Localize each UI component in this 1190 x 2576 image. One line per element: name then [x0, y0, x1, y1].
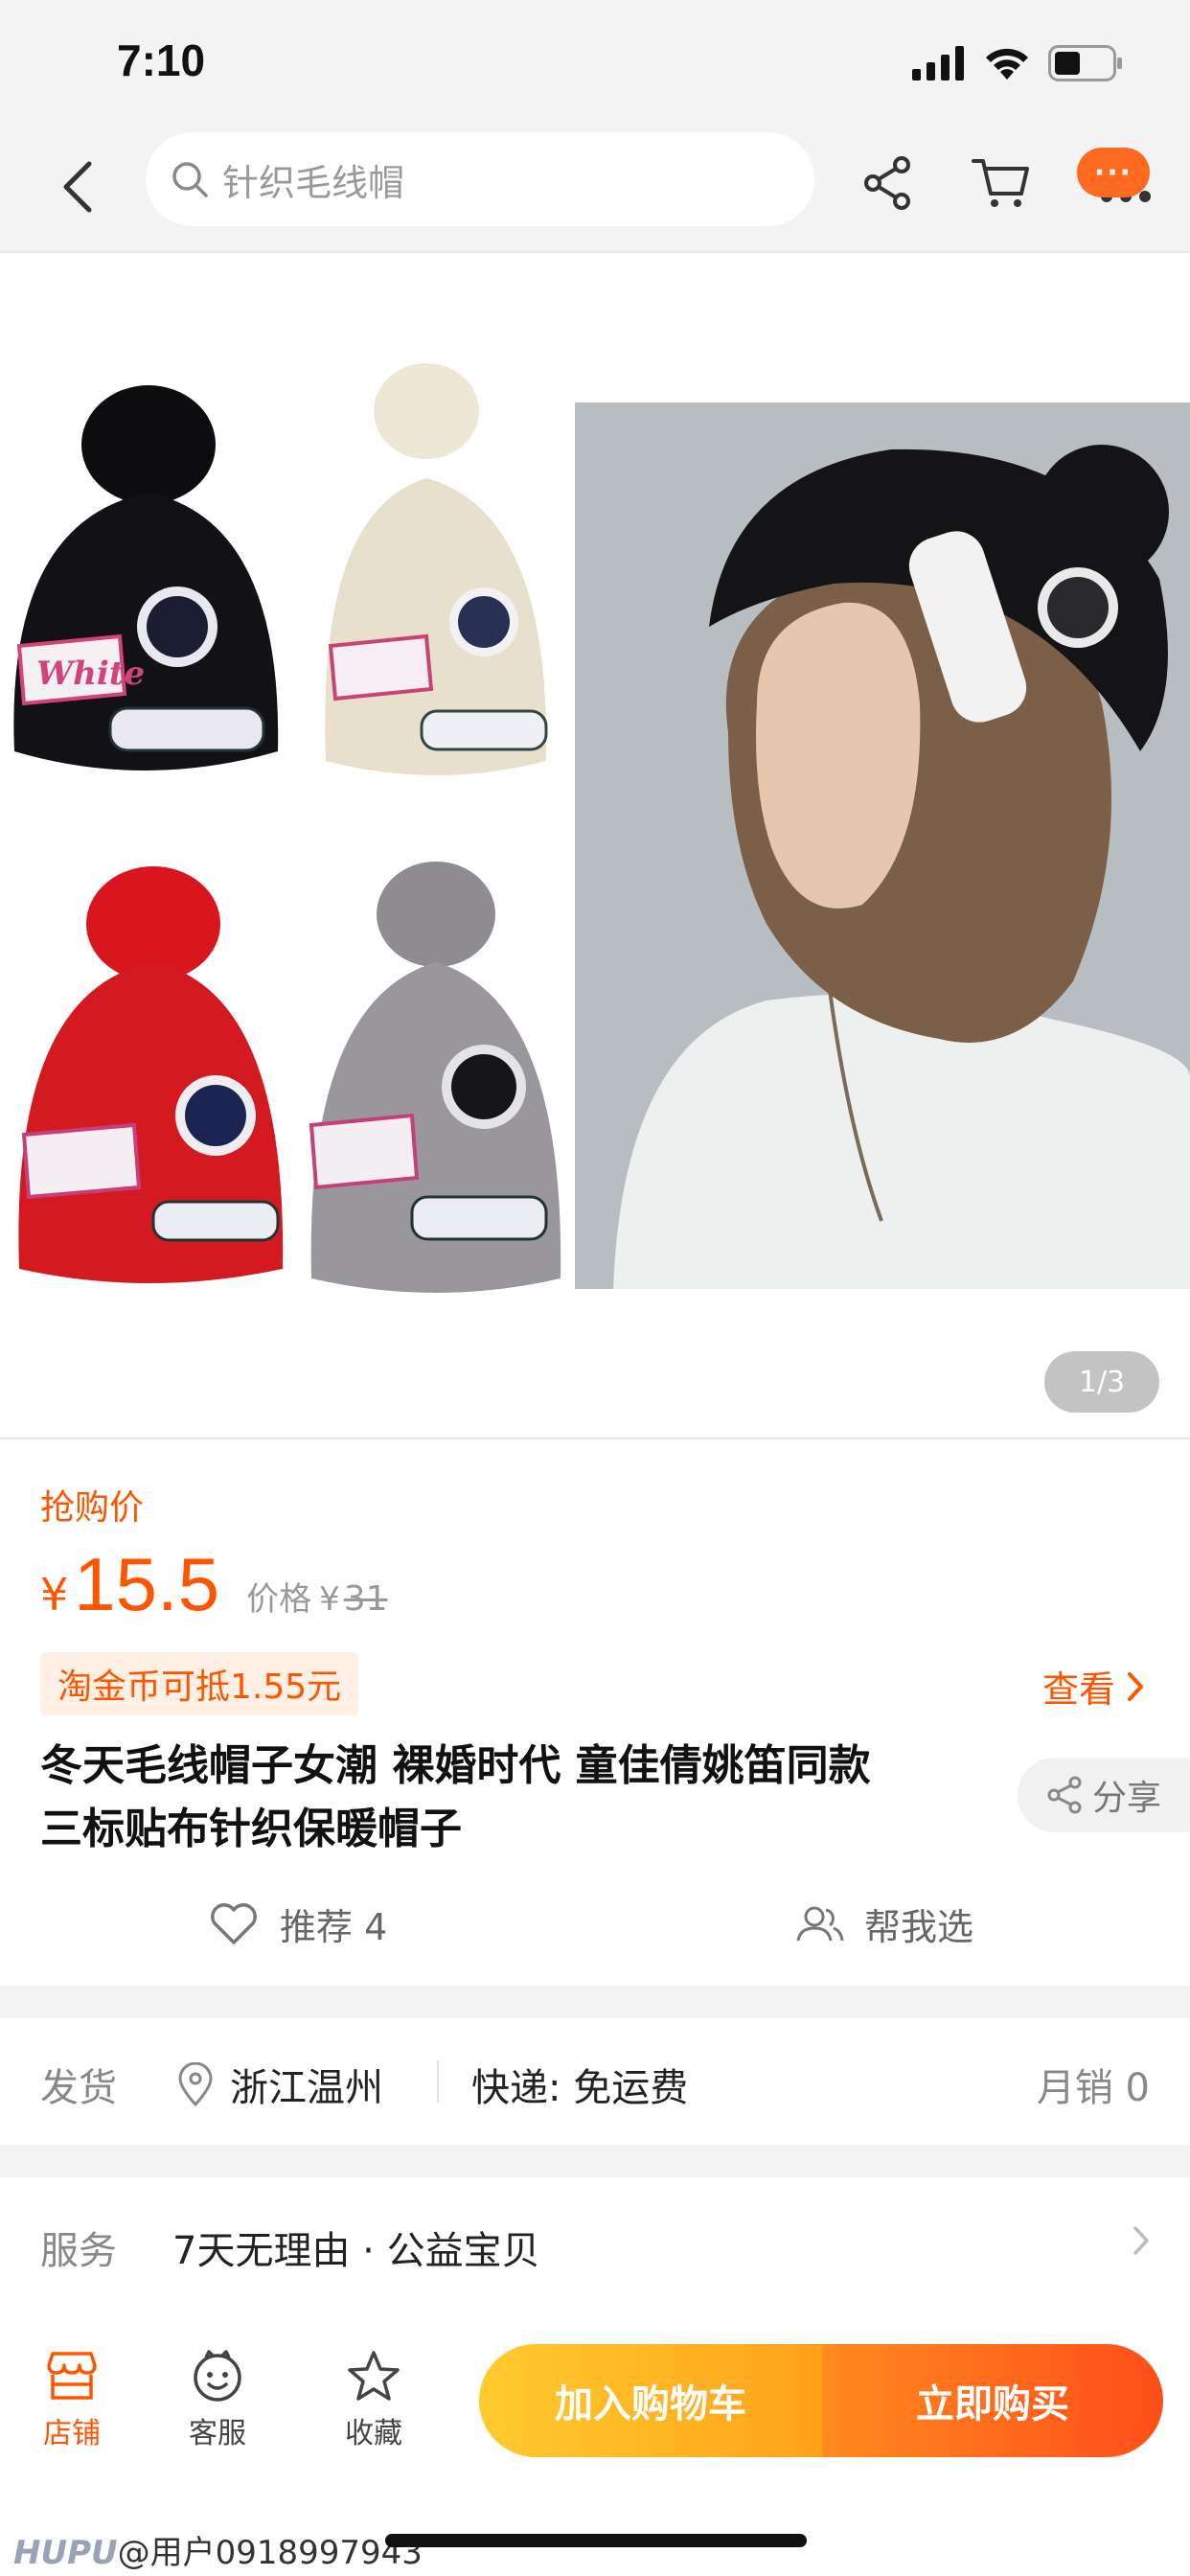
chevron-right-icon [1128, 1671, 1143, 1701]
product-title: 冬天毛线帽子女潮 裸婚时代 童佳倩姚笛同款 三标贴布针织保暖帽子 [40, 1735, 998, 1861]
shipping-location: 浙江温州 [178, 2057, 383, 2112]
bottom-action-bar: 店铺 客服 收藏 加入购物车 立即购买 HUPU@用户0918997943 [0, 2312, 1190, 2576]
watermark-user: @用户0918997943 [117, 2534, 423, 2572]
store-icon [47, 2352, 97, 2400]
service-row[interactable]: 服务 7天无理由 · 公益宝贝 [0, 2177, 1190, 2312]
gallery-pager: 1/3 [1044, 1351, 1159, 1413]
share-button[interactable] [855, 150, 922, 217]
message-badge: ··· [1077, 148, 1150, 197]
customer-service-button[interactable]: 客服 [165, 2350, 270, 2451]
rush-price-label: 抢购价 [40, 1488, 145, 1528]
add-to-cart-button[interactable]: 加入购物车 [479, 2344, 822, 2457]
recommend-button[interactable]: 推荐 4 [209, 1898, 387, 1950]
search-input[interactable]: 针织毛线帽 [146, 132, 814, 226]
favorite-label: 收藏 [345, 2417, 402, 2450]
customer-service-label: 客服 [189, 2417, 246, 2450]
share-label: 分享 [1092, 1779, 1162, 1818]
price-row: ¥ 15.5 价格 ¥ 31 [40, 1541, 388, 1628]
more-button[interactable]: ··· [1077, 148, 1169, 217]
product-image-gallery[interactable]: White 1/3 [0, 251, 1190, 1439]
service-label: 服务 [40, 2229, 117, 2273]
product-title-line-1: 冬天毛线帽子女潮 裸婚时代 童佳倩姚笛同款 [40, 1741, 871, 1790]
status-icons [912, 44, 1123, 82]
battery-icon [1048, 45, 1122, 81]
cellular-signal-icon [912, 46, 964, 80]
original-price-value: 31 [343, 1579, 388, 1619]
buy-now-button[interactable]: 立即购买 [822, 2344, 1163, 2457]
shipping-location-text: 浙江温州 [230, 2066, 383, 2110]
view-link[interactable]: 查看 [1042, 1660, 1144, 1713]
price-currency: ¥ [40, 1569, 69, 1621]
share-pill-button[interactable]: 分享 [1018, 1758, 1190, 1832]
status-time: 7:10 [117, 35, 206, 85]
favorite-button[interactable]: 收藏 [321, 2350, 426, 2451]
status-bar: 7:10 [0, 0, 1190, 125]
cart-button[interactable] [968, 150, 1035, 217]
watermark: HUPU@用户0918997943 [13, 2526, 423, 2573]
heart-icon [211, 1902, 257, 1944]
coin-discount-tag: 淘金币可抵1.55元 [40, 1652, 359, 1715]
help-choose-button[interactable]: 帮我选 [795, 1898, 973, 1950]
top-nav: 针织毛线帽 ··· [0, 125, 1190, 249]
search-icon [172, 162, 208, 197]
monthly-sales: 月销 0 [1036, 2066, 1150, 2110]
star-icon [348, 2351, 400, 2401]
shipping-row: 发货 浙江温州 快递: 免运费 月销 0 [0, 2018, 1190, 2145]
hat-logo-text: White [36, 655, 145, 693]
watermark-brand: HUPU [13, 2534, 118, 2572]
chevron-right-icon [1133, 2226, 1149, 2255]
help-choose-label: 帮我选 [864, 1906, 974, 1948]
product-photo: White [0, 253, 1190, 1438]
original-price-currency: ¥ [319, 1580, 340, 1619]
customer-service-icon [194, 2350, 241, 2402]
share-icon [1047, 1776, 1082, 1814]
back-button[interactable] [48, 153, 105, 220]
original-price-label: 价格 [246, 1580, 312, 1619]
product-title-line-2: 三标贴布针织保暖帽子 [40, 1805, 462, 1853]
shipping-label: 发货 [40, 2066, 117, 2110]
shipping-express: 快递: 免运费 [471, 2066, 689, 2110]
share-icon [864, 156, 910, 210]
wifi-icon [986, 48, 1028, 80]
store-label: 店铺 [43, 2417, 101, 2450]
recommend-label: 推荐 4 [280, 1906, 388, 1948]
view-label: 查看 [1041, 1668, 1115, 1711]
chevron-left-icon [63, 161, 92, 213]
location-pin-icon [178, 2062, 213, 2106]
home-indicator [385, 2534, 807, 2547]
search-placeholder: 针织毛线帽 [222, 161, 405, 204]
people-icon [796, 1906, 844, 1941]
price-value: 15.5 [74, 1542, 220, 1626]
service-value: 7天无理由 · 公益宝贝 [172, 2229, 540, 2273]
product-info: 抢购价 ¥ 15.5 价格 ¥ 31 淘金币可抵1.55元 查看 冬天毛线帽子女… [0, 1439, 1190, 1986]
cart-icon [972, 159, 1029, 207]
store-button[interactable]: 店铺 [19, 2350, 125, 2451]
model-photo [575, 402, 1190, 1289]
divider [437, 2060, 439, 2103]
